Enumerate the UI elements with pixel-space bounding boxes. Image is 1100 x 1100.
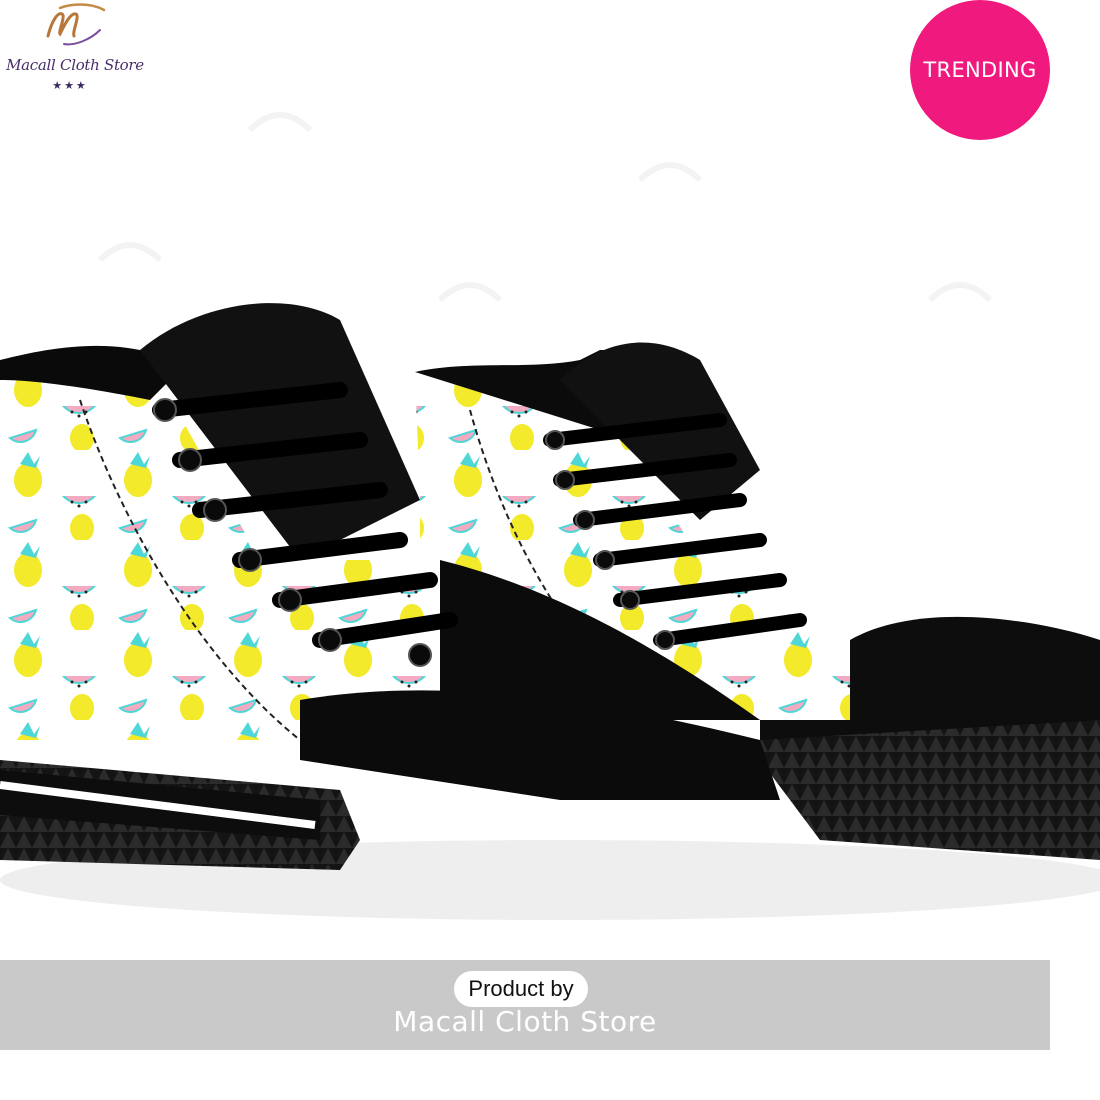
product-image [0, 112, 1100, 920]
product-by-label: Product by [468, 976, 574, 1001]
footer-store-name: Macall Cloth Store [393, 1005, 657, 1038]
product-by-pill: Product by [454, 971, 588, 1007]
